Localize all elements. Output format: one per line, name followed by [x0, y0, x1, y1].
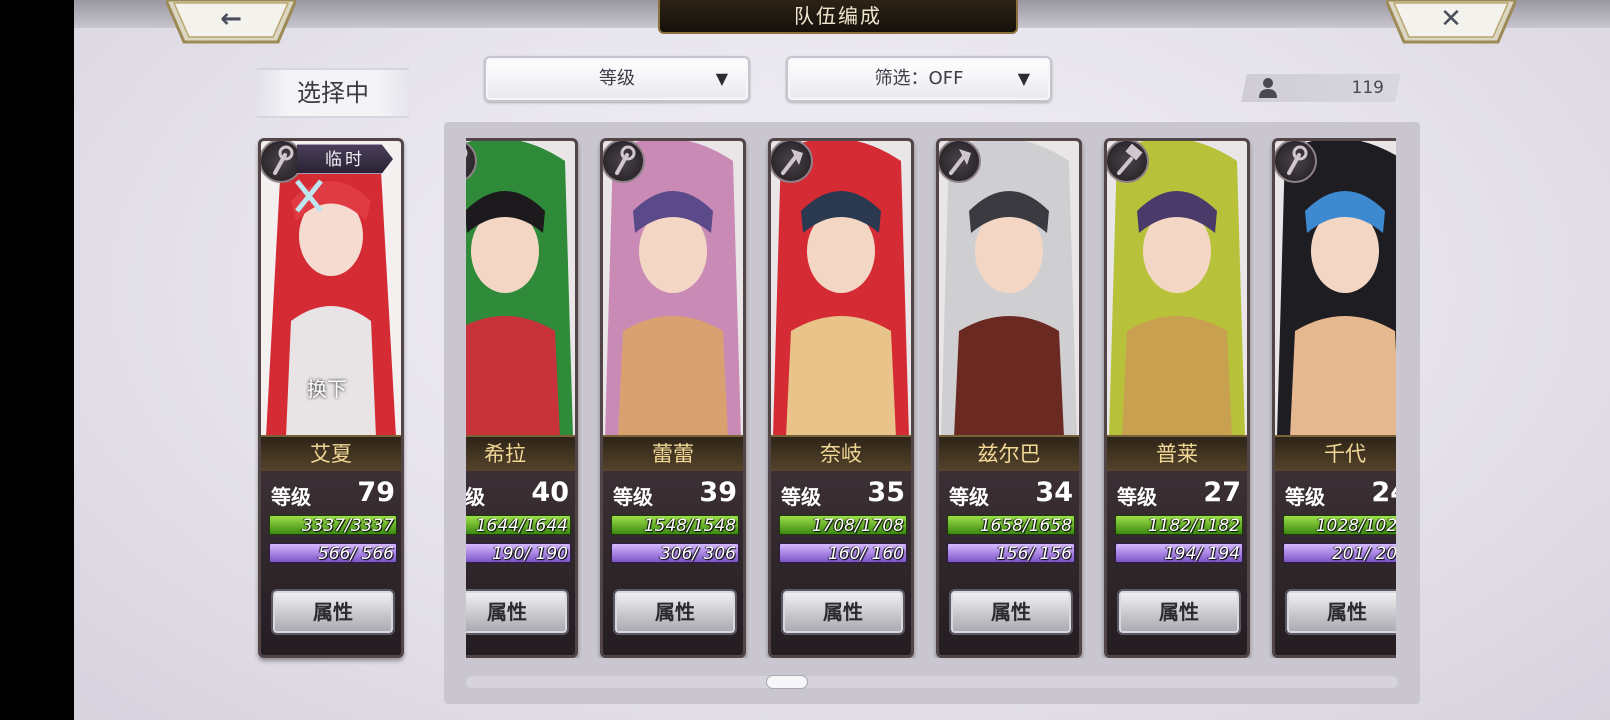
level-value: 35: [867, 477, 905, 508]
sort-dropdown[interactable]: 等级 ▼: [484, 56, 750, 102]
back-button[interactable]: ←: [166, 0, 296, 44]
unit-name: 希拉: [466, 435, 575, 471]
back-arrow-icon: ←: [220, 4, 242, 34]
unit-portrait: [939, 141, 1079, 437]
mp-bar: 194/ 194: [1115, 543, 1243, 564]
level-row: 等级 34: [949, 477, 1075, 509]
level-value: 24: [1371, 477, 1396, 508]
unit-stats: 等级 34 1658/1658 156/ 156 属性: [939, 471, 1079, 655]
selected-unit-card[interactable]: 临时 换下 艾夏 等级 79 3337/3337 566/ 566 属性: [258, 138, 404, 658]
unit-name: 蕾蕾: [603, 435, 743, 471]
staff-icon: [1275, 141, 1317, 183]
level-label: 等级: [613, 485, 653, 509]
chevron-down-icon: ▼: [715, 69, 728, 88]
unit-count-box: 119: [1241, 74, 1401, 102]
unit-name: 普莱: [1107, 435, 1247, 471]
selecting-label: 选择中: [257, 68, 409, 118]
level-label: 等级: [781, 485, 821, 509]
attribute-button[interactable]: 属性: [1117, 589, 1241, 635]
mp-bar: 201/ 201: [1283, 543, 1396, 564]
unit-stats: 等级 27 1182/1182 194/ 194 属性: [1107, 471, 1247, 655]
unit-card[interactable]: 希拉 等级 40 1644/1644 190/ 190 属性: [466, 138, 578, 658]
page-title: 队伍编成: [658, 0, 1018, 34]
party-formation-screen: ← 队伍编成 ✕ 选择中 等级 ▼ 筛选：OFF ▼ 119 临时 换下 艾夏 …: [74, 0, 1610, 720]
close-icon: ✕: [1440, 4, 1462, 34]
level-value: 40: [531, 477, 569, 508]
unit-portrait: [1107, 141, 1247, 437]
level-row: 等级 27: [1117, 477, 1243, 509]
unit-stats: 等级 35 1708/1708 160/ 160 属性: [771, 471, 911, 655]
sort-dropdown-label: 等级: [599, 68, 635, 89]
close-button[interactable]: ✕: [1386, 0, 1516, 44]
hp-bar: 3337/3337: [269, 515, 397, 536]
filter-dropdown-label: 筛选：OFF: [874, 68, 964, 89]
unit-stats: 等级 40 1644/1644 190/ 190 属性: [466, 471, 575, 655]
unit-card[interactable]: 蕾蕾 等级 39 1548/1548 306/ 306 属性: [600, 138, 746, 658]
unit-card[interactable]: 普莱 等级 27 1182/1182 194/ 194 属性: [1104, 138, 1250, 658]
unit-list-viewport[interactable]: 希拉 等级 40 1644/1644 190/ 190 属性: [466, 138, 1396, 658]
hp-bar: 1028/1028: [1283, 515, 1396, 536]
attribute-button[interactable]: 属性: [466, 589, 569, 635]
unit-name: 奈岐: [771, 435, 911, 471]
hp-bar: 1658/1658: [947, 515, 1075, 536]
temporary-tag: 临时: [297, 144, 393, 174]
unit-card[interactable]: 兹尔巴 等级 34 1658/1658 156/ 156 属性: [936, 138, 1082, 658]
unit-stats: 等级 79 3337/3337 566/ 566 属性: [261, 471, 401, 655]
filter-dropdown[interactable]: 筛选：OFF ▼: [786, 56, 1052, 102]
level-value: 39: [699, 477, 737, 508]
attribute-button[interactable]: 属性: [781, 589, 905, 635]
horizontal-scrollbar[interactable]: [466, 675, 1398, 689]
mp-bar: 190/ 190: [466, 543, 571, 564]
unit-card[interactable]: 千代 等级 24 1028/1028 201/ 201 属性: [1272, 138, 1396, 658]
level-label: 等级: [1117, 485, 1157, 509]
hp-bar: 1644/1644: [466, 515, 571, 536]
unit-portrait: [1275, 141, 1396, 437]
swap-out-label: 换下: [307, 377, 347, 401]
mp-bar: 566/ 566: [269, 543, 397, 564]
unit-portrait: [466, 141, 575, 437]
axe-icon: [771, 141, 813, 183]
level-label: 等级: [466, 485, 485, 509]
unit-stats: 等级 39 1548/1548 306/ 306 属性: [603, 471, 743, 655]
attribute-button[interactable]: 属性: [949, 589, 1073, 635]
axe-icon: [939, 141, 981, 183]
level-row: 等级 35: [781, 477, 907, 509]
attribute-button[interactable]: 属性: [271, 589, 395, 635]
level-label: 等级: [949, 485, 989, 509]
level-value: 27: [1203, 477, 1241, 508]
hp-bar: 1708/1708: [779, 515, 907, 536]
level-row: 等级 24: [1285, 477, 1396, 509]
unit-card[interactable]: 奈岐 等级 35 1708/1708 160/ 160 属性: [768, 138, 914, 658]
staff-icon: [261, 141, 303, 183]
hp-bar: 1182/1182: [1115, 515, 1243, 536]
level-row: 等级 39: [613, 477, 739, 509]
hp-bar: 1548/1548: [611, 515, 739, 536]
unit-stats: 等级 24 1028/1028 201/ 201 属性: [1275, 471, 1396, 655]
unit-name: 兹尔巴: [939, 435, 1079, 471]
mp-bar: 160/ 160: [779, 543, 907, 564]
level-label: 等级: [271, 485, 311, 509]
level-value: 79: [357, 477, 395, 508]
scrollbar-thumb[interactable]: [766, 675, 808, 689]
unit-name: 艾夏: [261, 435, 401, 471]
unit-portrait: [603, 141, 743, 437]
unit-count: 119: [1351, 78, 1384, 98]
person-icon: [1259, 78, 1277, 98]
attribute-button[interactable]: 属性: [613, 589, 737, 635]
level-row: 等级 40: [466, 477, 571, 509]
mp-bar: 306/ 306: [611, 543, 739, 564]
unit-name: 千代: [1275, 435, 1396, 471]
staff-icon: [603, 141, 645, 183]
level-value: 34: [1035, 477, 1073, 508]
level-row: 等级 79: [271, 477, 397, 509]
hammer-icon: [1107, 141, 1149, 183]
unit-portrait: [771, 141, 911, 437]
mp-bar: 156/ 156: [947, 543, 1075, 564]
level-label: 等级: [1285, 485, 1325, 509]
chevron-down-icon: ▼: [1017, 69, 1030, 88]
attribute-button[interactable]: 属性: [1285, 589, 1396, 635]
